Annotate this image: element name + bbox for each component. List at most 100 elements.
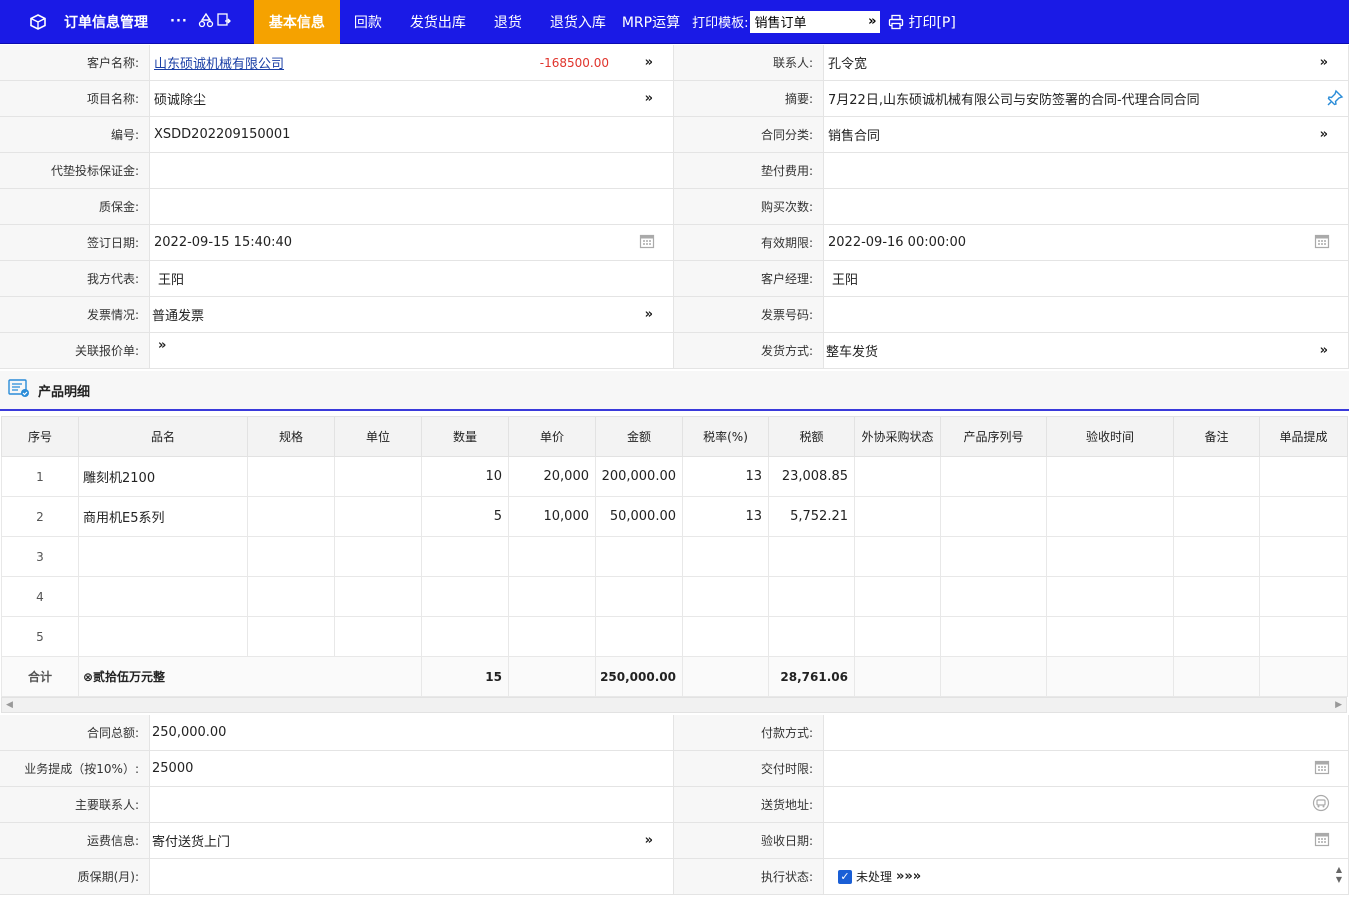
table-cell[interactable]: 雕刻机2100 — [78, 456, 248, 497]
vehicle-icon[interactable] — [1312, 794, 1330, 816]
table-cell[interactable] — [78, 616, 248, 657]
column-header[interactable]: 单价 — [508, 416, 596, 457]
table-row[interactable]: 4 — [1, 576, 1348, 617]
column-header[interactable]: 单位 — [334, 416, 422, 457]
table-cell[interactable] — [1173, 536, 1260, 577]
valid-until-field[interactable]: 2022-09-16 00:00:00 — [824, 225, 1349, 260]
invoice-number-field[interactable] — [824, 297, 1349, 332]
select-contact-icon[interactable]: » — [1320, 55, 1328, 70]
table-cell[interactable] — [1046, 616, 1174, 657]
table-cell[interactable] — [854, 536, 941, 577]
table-cell[interactable] — [854, 616, 941, 657]
table-cell[interactable] — [508, 576, 596, 617]
execution-status-field[interactable]: ✓ 未处理 »»» ▲ ▼ — [824, 859, 1349, 894]
table-cell[interactable]: 5 — [421, 496, 509, 537]
select-invoice-icon[interactable]: » — [645, 307, 653, 322]
table-cell[interactable] — [247, 536, 335, 577]
table-cell[interactable] — [595, 616, 683, 657]
shipping-method-field[interactable]: 整车发货 » — [824, 333, 1349, 368]
table-cell[interactable] — [682, 576, 769, 617]
advance-fee-field[interactable] — [824, 153, 1349, 188]
table-cell[interactable] — [1259, 496, 1348, 537]
scroll-right-icon[interactable]: ▶ — [1335, 700, 1342, 710]
table-cell[interactable] — [595, 576, 683, 617]
table-cell[interactable] — [1046, 576, 1174, 617]
select-category-icon[interactable]: » — [1320, 127, 1328, 142]
column-header[interactable]: 金额 — [595, 416, 683, 457]
tab-basic-info[interactable]: 基本信息 — [253, 0, 340, 44]
table-row[interactable]: 1 雕刻机2100 10 20,000 200,000.00 13 23,008.85 — [1, 456, 1348, 497]
table-cell[interactable] — [854, 496, 941, 537]
table-cell[interactable]: 商用机E5系列 — [78, 496, 248, 537]
status-checkbox[interactable]: ✓ — [838, 869, 852, 884]
delivery-address-field[interactable] — [824, 787, 1349, 822]
select-shipping-icon[interactable]: » — [1320, 343, 1328, 358]
table-cell[interactable] — [1259, 456, 1348, 497]
acceptance-date-field[interactable] — [824, 823, 1349, 858]
purchase-count-field[interactable] — [824, 189, 1349, 224]
table-cell[interactable]: 200,000.00 — [595, 456, 683, 497]
summary-field[interactable]: 7月22日,山东硕诚机械有限公司与安防签署的合同-代理合同合同 — [824, 81, 1349, 116]
more-menu-button[interactable]: ··· — [170, 14, 188, 29]
print-button[interactable]: 打印[P] — [888, 12, 956, 32]
table-cell[interactable] — [421, 616, 509, 657]
select-project-icon[interactable]: » — [645, 91, 653, 106]
table-cell[interactable] — [768, 616, 855, 657]
column-header[interactable]: 数量 — [421, 416, 509, 457]
select-customer-icon[interactable]: » — [645, 55, 653, 70]
tab-return-stock[interactable]: 退货入库 — [536, 0, 620, 44]
table-cell[interactable] — [247, 496, 335, 537]
table-cell[interactable]: 10 — [421, 456, 509, 497]
table-cell[interactable] — [940, 576, 1047, 617]
table-row[interactable]: 2 商用机E5系列 5 10,000 50,000.00 13 5,752.21 — [1, 496, 1348, 537]
table-cell[interactable] — [334, 496, 422, 537]
account-manager-field[interactable]: 王阳 — [824, 261, 1349, 296]
table-cell[interactable] — [854, 576, 941, 617]
select-freight-icon[interactable]: » — [645, 833, 653, 848]
delivery-deadline-field[interactable] — [824, 751, 1349, 786]
scroll-stepper[interactable]: ▲ ▼ — [1336, 865, 1342, 885]
table-cell[interactable] — [1173, 576, 1260, 617]
table-cell[interactable] — [247, 576, 335, 617]
table-cell[interactable] — [1259, 576, 1348, 617]
payment-method-field[interactable] — [824, 715, 1349, 750]
main-contact-field[interactable] — [150, 787, 674, 822]
table-cell[interactable] — [1046, 496, 1174, 537]
table-cell[interactable] — [508, 536, 596, 577]
table-cell[interactable] — [334, 536, 422, 577]
tab-shipment[interactable]: 发货出库 — [396, 0, 480, 44]
customer-name-field[interactable]: 山东硕诚机械有限公司 -168500.00 » — [150, 45, 674, 80]
table-row[interactable]: 5 — [1, 616, 1348, 657]
table-cell[interactable] — [247, 456, 335, 497]
calendar-icon[interactable] — [639, 233, 655, 253]
table-cell[interactable]: 5,752.21 — [768, 496, 855, 537]
table-cell[interactable] — [1259, 536, 1348, 577]
column-header[interactable]: 品名 — [78, 416, 248, 457]
table-cell[interactable] — [768, 536, 855, 577]
table-cell[interactable] — [421, 536, 509, 577]
table-row[interactable]: 3 — [1, 536, 1348, 577]
table-cell[interactable] — [334, 616, 422, 657]
contract-total-field[interactable]: 250,000.00 — [150, 715, 674, 750]
bid-deposit-field[interactable] — [150, 153, 674, 188]
order-number-field[interactable]: XSDD202209150001 — [150, 117, 674, 152]
table-cell[interactable] — [1046, 536, 1174, 577]
column-header[interactable]: 税率(%) — [682, 416, 769, 457]
table-cell[interactable] — [247, 616, 335, 657]
export-icon[interactable] — [216, 12, 232, 32]
tab-payment[interactable]: 回款 — [340, 0, 396, 44]
table-cell[interactable] — [595, 536, 683, 577]
table-cell[interactable]: 50,000.00 — [595, 496, 683, 537]
table-cell[interactable] — [940, 496, 1047, 537]
tab-return[interactable]: 退货 — [480, 0, 536, 44]
warranty-months-field[interactable] — [150, 859, 674, 894]
table-cell[interactable] — [78, 576, 248, 617]
column-header[interactable]: 单品提成 — [1259, 416, 1348, 457]
table-cell[interactable] — [1173, 496, 1260, 537]
table-cell[interactable] — [1173, 456, 1260, 497]
commission-field[interactable]: 25000 — [150, 751, 674, 786]
warranty-deposit-field[interactable] — [150, 189, 674, 224]
table-cell[interactable]: 13 — [682, 456, 769, 497]
print-template-select[interactable]: 销售订单 » — [750, 10, 881, 33]
table-cell[interactable] — [768, 576, 855, 617]
